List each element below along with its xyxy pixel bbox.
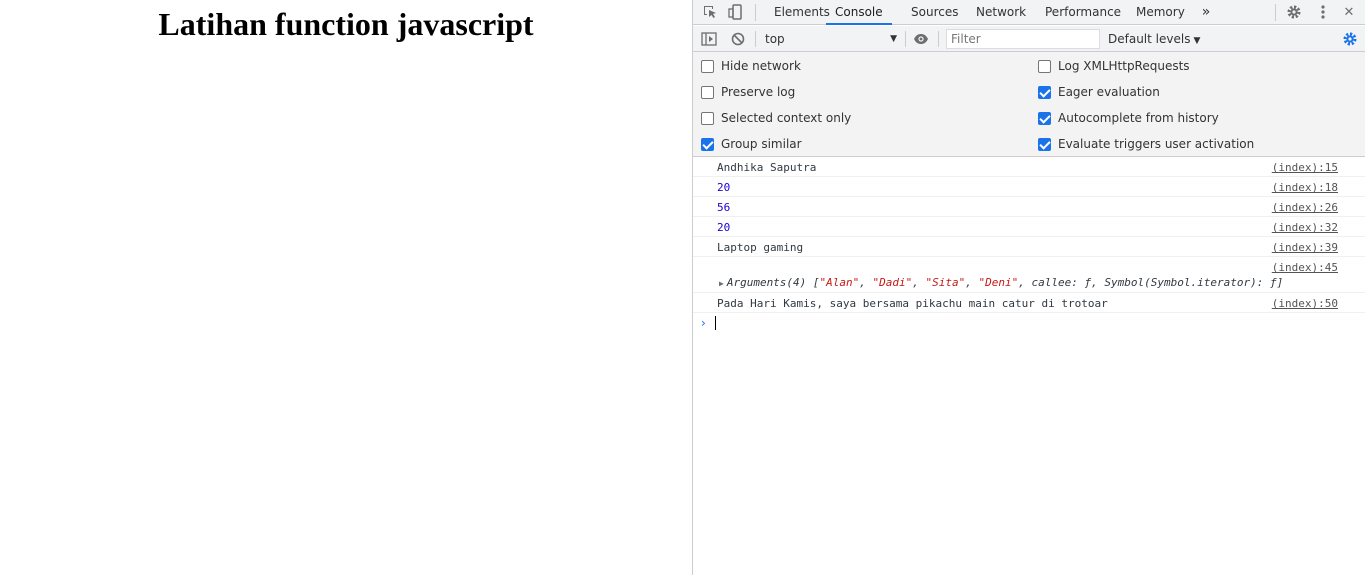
console-message-text: 20 bbox=[717, 221, 731, 234]
group-similar-label: Group similar bbox=[721, 137, 802, 151]
console-message: 56 (index):26 bbox=[693, 197, 1365, 217]
preserve-log-checkbox[interactable] bbox=[701, 85, 714, 99]
console-source-link[interactable]: (index):32 bbox=[1272, 221, 1338, 234]
tab-sources[interactable]: Sources bbox=[911, 0, 958, 25]
context-select[interactable]: top ▼ bbox=[765, 30, 897, 48]
console-source-link[interactable]: (index):18 bbox=[1272, 181, 1338, 194]
filter-input[interactable] bbox=[946, 29, 1100, 49]
console-source-link[interactable]: (index):39 bbox=[1272, 241, 1338, 254]
log-levels-label: Default levels bbox=[1108, 32, 1191, 46]
clear-console-icon[interactable] bbox=[729, 30, 747, 48]
group-similar-checkbox[interactable] bbox=[701, 137, 714, 151]
console-message: Pada Hari Kamis, saya bersama pikachu ma… bbox=[693, 293, 1365, 313]
inspect-element-icon[interactable] bbox=[701, 3, 719, 21]
devtools-panel: Elements Console Sources Network Perform… bbox=[692, 0, 1365, 575]
evaluate-triggers-checkbox[interactable] bbox=[1038, 137, 1051, 151]
web-page: Latihan function javascript bbox=[0, 0, 692, 575]
argument-string: "Dadi" bbox=[872, 276, 913, 289]
hide-network-label: Hide network bbox=[721, 59, 801, 73]
console-settings-pane: Hide network Preserve log Selected conte… bbox=[693, 52, 1365, 157]
text-caret bbox=[714, 316, 716, 330]
autocomplete-history-option[interactable]: Autocomplete from history bbox=[1038, 110, 1219, 126]
tabbar-separator bbox=[755, 4, 756, 21]
log-xhr-option[interactable]: Log XMLHttpRequests bbox=[1038, 58, 1190, 74]
eager-evaluation-checkbox[interactable] bbox=[1038, 85, 1051, 99]
arguments-object-preview[interactable]: ▶ Arguments(4) ["Alan", "Dadi", "Sita", "… bbox=[719, 276, 1283, 289]
selected-context-option[interactable]: Selected context only bbox=[701, 110, 851, 126]
settings-gear-icon[interactable] bbox=[1285, 3, 1303, 21]
expand-triangle-icon[interactable]: ▶ bbox=[719, 279, 724, 288]
console-toolbar: top ▼ Default levels▼ bbox=[693, 26, 1365, 52]
autocomplete-history-label: Autocomplete from history bbox=[1058, 111, 1219, 125]
argument-string: "Sita" bbox=[925, 276, 966, 289]
close-icon[interactable]: ✕ bbox=[1340, 3, 1358, 21]
argument-string: "Alan" bbox=[819, 276, 860, 289]
toolbar-separator bbox=[938, 31, 939, 47]
preserve-log-option[interactable]: Preserve log bbox=[701, 84, 795, 100]
tabbar-separator bbox=[1275, 4, 1276, 21]
console-message-object: (index):45 ▶ Arguments(4) ["Alan", "Dadi"… bbox=[693, 257, 1365, 293]
more-options-icon[interactable] bbox=[1314, 3, 1332, 21]
prompt-chevron-icon: › bbox=[701, 316, 706, 330]
console-message: 20 (index):32 bbox=[693, 217, 1365, 237]
device-toolbar-icon[interactable] bbox=[727, 3, 745, 21]
preserve-log-label: Preserve log bbox=[721, 85, 796, 99]
page-heading: Latihan function javascript bbox=[158, 6, 534, 42]
console-prompt[interactable]: › bbox=[701, 315, 716, 331]
selected-context-checkbox[interactable] bbox=[701, 111, 714, 125]
group-similar-option[interactable]: Group similar bbox=[701, 136, 802, 152]
autocomplete-history-checkbox[interactable] bbox=[1038, 111, 1051, 125]
tab-console[interactable]: Console bbox=[826, 0, 892, 25]
log-levels-dropdown[interactable]: Default levels ▼ bbox=[1108, 30, 1200, 48]
arguments-prefix: Arguments(4) [ bbox=[726, 276, 820, 289]
devtools-tabbar: Elements Console Sources Network Perform… bbox=[693, 0, 1365, 25]
console-message-text: Andhika Saputra bbox=[717, 161, 817, 174]
eager-evaluation-option[interactable]: Eager evaluation bbox=[1038, 84, 1160, 100]
hide-network-option[interactable]: Hide network bbox=[701, 58, 801, 74]
tab-elements[interactable]: Elements bbox=[774, 0, 830, 25]
console-source-link[interactable]: (index):45 bbox=[1272, 261, 1338, 274]
console-message-text: Laptop gaming bbox=[717, 241, 804, 254]
console-message-text: 56 bbox=[717, 201, 731, 214]
console-settings-gear-icon[interactable] bbox=[1341, 30, 1359, 48]
tab-network[interactable]: Network bbox=[976, 0, 1026, 25]
console-message: Andhika Saputra (index):15 bbox=[693, 157, 1365, 177]
context-select-value: top bbox=[765, 32, 785, 46]
console-source-link[interactable]: (index):26 bbox=[1272, 201, 1338, 214]
console-source-link[interactable]: (index):15 bbox=[1272, 161, 1338, 174]
log-xhr-label: Log XMLHttpRequests bbox=[1058, 59, 1190, 73]
show-sidebar-icon[interactable] bbox=[700, 30, 718, 48]
console-message: Laptop gaming (index):39 bbox=[693, 237, 1365, 257]
dropdown-arrow-icon: ▼ bbox=[890, 34, 897, 44]
eager-evaluation-label: Eager evaluation bbox=[1058, 85, 1160, 99]
dropdown-arrow-icon: ▼ bbox=[1193, 36, 1201, 46]
selected-context-label: Selected context only bbox=[721, 111, 852, 125]
live-expression-eye-icon[interactable] bbox=[912, 30, 930, 48]
arguments-suffix: , callee: ƒ, Symbol(Symbol.iterator): ƒ] bbox=[1018, 276, 1284, 289]
hide-network-checkbox[interactable] bbox=[701, 59, 714, 73]
more-tabs-icon[interactable]: » bbox=[1197, 3, 1215, 21]
console-message: 20 (index):18 bbox=[693, 177, 1365, 197]
log-xhr-checkbox[interactable] bbox=[1038, 59, 1051, 73]
evaluate-triggers-label: Evaluate triggers user activation bbox=[1058, 137, 1255, 151]
tab-performance[interactable]: Performance bbox=[1045, 0, 1121, 25]
argument-string: "Deni" bbox=[978, 276, 1019, 289]
console-message-text: 20 bbox=[717, 181, 731, 194]
toolbar-separator bbox=[755, 31, 756, 47]
toolbar-separator bbox=[905, 31, 906, 47]
console-source-link[interactable]: (index):50 bbox=[1272, 297, 1338, 310]
evaluate-triggers-option[interactable]: Evaluate triggers user activation bbox=[1038, 136, 1254, 152]
console-output: Andhika Saputra (index):15 20 (index):18… bbox=[693, 157, 1365, 575]
tab-memory[interactable]: Memory bbox=[1136, 0, 1185, 25]
console-message-text: Pada Hari Kamis, saya bersama pikachu ma… bbox=[717, 297, 1108, 310]
